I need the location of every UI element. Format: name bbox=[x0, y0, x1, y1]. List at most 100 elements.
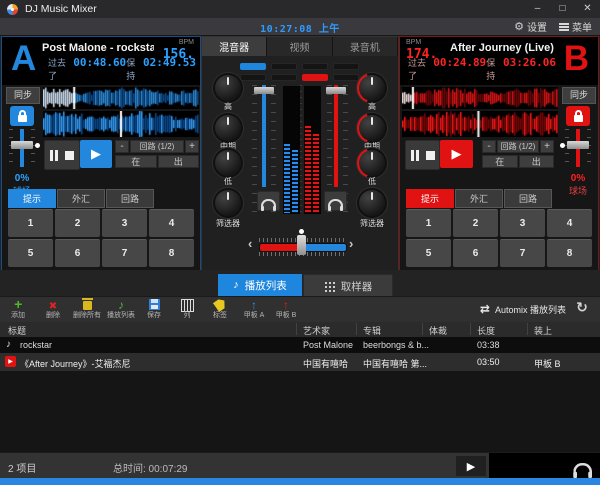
deck-a-tab-cue[interactable]: 提示 bbox=[8, 189, 56, 208]
maximize-button[interactable]: □ bbox=[550, 0, 575, 18]
deck-a-loop-double-button[interactable]: + bbox=[185, 140, 199, 153]
save-button[interactable]: 保存 bbox=[137, 298, 171, 322]
deck-b-tab-cue[interactable]: 提示 bbox=[406, 189, 454, 208]
tab-sampler[interactable]: 取样器 bbox=[303, 274, 393, 298]
deck-b-pitch-slider[interactable] bbox=[558, 129, 598, 167]
headphone-icon[interactable] bbox=[573, 463, 592, 474]
column-length[interactable]: 长度 bbox=[477, 324, 495, 337]
deck-b-pad-5[interactable]: 5 bbox=[406, 239, 451, 267]
deck-b-eq-mid-knob[interactable] bbox=[357, 113, 387, 143]
tab-playlist[interactable]: 播放列表 bbox=[218, 274, 302, 296]
minimize-button[interactable]: – bbox=[525, 0, 550, 18]
delete-button[interactable]: 删除 bbox=[36, 298, 70, 322]
deck-a-play-button[interactable] bbox=[80, 140, 112, 168]
deck-b-remaining-time: 03:26.06 bbox=[503, 56, 556, 69]
deck-b-loop-in-button[interactable]: 在 bbox=[482, 155, 518, 168]
menu-button[interactable]: 菜单 bbox=[559, 19, 592, 34]
table-row[interactable]: 《After Journey》-艾福杰尼 中国有嘻哈 中国有嘻哈 第... 03… bbox=[0, 353, 600, 371]
deck-b-pitch-handle[interactable] bbox=[567, 141, 589, 149]
deck-b-play-button[interactable] bbox=[440, 140, 473, 168]
deck-b-eq-low-knob[interactable] bbox=[357, 148, 387, 178]
playlist-button[interactable]: 播放列表 bbox=[104, 298, 138, 322]
deck-a-header: A Post Malone - rockstar BPM 156. 过去了 00… bbox=[2, 37, 200, 85]
deck-b-pad-2[interactable]: 2 bbox=[453, 209, 498, 237]
deck-b-volume-handle[interactable] bbox=[326, 87, 346, 94]
deck-a-tab-loop[interactable]: 回路 bbox=[106, 189, 154, 208]
deck-a-pad-1[interactable]: 1 bbox=[8, 209, 53, 237]
deck-b-loop-double-button[interactable]: + bbox=[540, 140, 554, 153]
deck-a-waveform-detail[interactable] bbox=[43, 111, 199, 137]
deck-b-pad-4[interactable]: 4 bbox=[547, 209, 592, 237]
close-button[interactable]: ✕ bbox=[575, 0, 600, 18]
deck-a-pitch-handle[interactable] bbox=[11, 141, 33, 149]
tag-icon bbox=[212, 297, 227, 312]
deck-a-loop-half-button[interactable]: - bbox=[115, 140, 129, 153]
deck-b-pad-1[interactable]: 1 bbox=[406, 209, 451, 237]
deck-a-pad-6[interactable]: 6 bbox=[55, 239, 100, 267]
deck-a-volume-handle[interactable] bbox=[254, 87, 274, 94]
deck-a-loop-out-button[interactable]: 出 bbox=[158, 155, 200, 168]
crossfader-left-arrow[interactable]: ‹ bbox=[248, 236, 252, 251]
deck-a-pad-2[interactable]: 2 bbox=[55, 209, 100, 237]
deck-a-tab-fx[interactable]: 外汇 bbox=[57, 189, 105, 208]
deck-b-waveform-detail[interactable] bbox=[402, 111, 558, 137]
deck-b-pad-3[interactable]: 3 bbox=[500, 209, 545, 237]
deck-a-eq-high-knob[interactable] bbox=[213, 73, 243, 103]
deck-b-eq-high-knob[interactable] bbox=[357, 73, 387, 103]
deck-a-waveform-overview[interactable] bbox=[43, 87, 199, 109]
tab-recorder[interactable]: 录音机 bbox=[333, 37, 398, 56]
deck-a-sync-button[interactable]: 同步 bbox=[6, 87, 40, 104]
deck-a-loop-length[interactable]: 回路 (1/2) bbox=[130, 140, 184, 153]
deck-a-pad-3[interactable]: 3 bbox=[102, 209, 147, 237]
load-deck-b-button[interactable]: 甲板 B bbox=[269, 298, 303, 322]
column-album[interactable]: 专辑 bbox=[363, 324, 381, 337]
delete-all-button[interactable]: 删除所有 bbox=[70, 298, 104, 322]
column-title[interactable]: 标题 bbox=[8, 324, 26, 337]
settings-button[interactable]: 设置 bbox=[514, 19, 547, 34]
deck-a-pad-5[interactable]: 5 bbox=[8, 239, 53, 267]
deck-b-pause-stop-button[interactable] bbox=[405, 140, 440, 170]
deck-a-pause-stop-button[interactable] bbox=[44, 140, 80, 170]
deck-b-pad-6[interactable]: 6 bbox=[453, 239, 498, 267]
deck-a-eq-mid-knob[interactable] bbox=[213, 113, 243, 143]
tab-mixer[interactable]: 混音器 bbox=[202, 37, 267, 56]
preview-play-button[interactable] bbox=[456, 456, 486, 476]
repeat-button[interactable] bbox=[572, 298, 592, 318]
deck-b-tab-loop[interactable]: 回路 bbox=[504, 189, 552, 208]
column-artist[interactable]: 艺术家 bbox=[303, 324, 330, 337]
deck-b-waveform-overview[interactable] bbox=[402, 87, 558, 109]
column-deck[interactable]: 装上 bbox=[534, 324, 552, 337]
deck-b-pad-7[interactable]: 7 bbox=[500, 239, 545, 267]
tags-button[interactable]: 标签 bbox=[203, 298, 237, 322]
deck-a-headphone-cue-button[interactable] bbox=[257, 191, 280, 211]
deck-b-loop-half-button[interactable]: - bbox=[482, 140, 496, 153]
deck-a-eq-low-knob[interactable] bbox=[213, 148, 243, 178]
deck-a-pad-4[interactable]: 4 bbox=[149, 209, 194, 237]
crossfader-handle[interactable] bbox=[297, 235, 306, 255]
deck-a-filter-knob[interactable] bbox=[213, 188, 243, 218]
deck-a-pitch-slider[interactable] bbox=[2, 129, 42, 167]
deck-b-headphone-cue-button[interactable] bbox=[324, 191, 347, 211]
tab-video[interactable]: 视频 bbox=[267, 37, 332, 56]
columns-button[interactable]: 列 bbox=[170, 298, 204, 322]
deck-b-pad-8[interactable]: 8 bbox=[547, 239, 592, 267]
add-button[interactable]: 添加 bbox=[1, 298, 35, 322]
deck-b-volume-fader[interactable] bbox=[334, 85, 338, 187]
table-row[interactable]: rockstar Post Malone beerbongs & b... 03… bbox=[0, 337, 600, 353]
deck-b-sync-button[interactable]: 同步 bbox=[562, 87, 596, 104]
deck-a-volume-fader[interactable] bbox=[262, 85, 266, 187]
deck-b-tab-fx[interactable]: 外汇 bbox=[455, 189, 503, 208]
deck-a-loop-in-button[interactable]: 在 bbox=[115, 155, 157, 168]
deck-a-pad-7[interactable]: 7 bbox=[102, 239, 147, 267]
crossfader-right-arrow[interactable]: › bbox=[349, 236, 353, 251]
deck-b-keylock-button[interactable] bbox=[566, 106, 590, 126]
deck-a-keylock-button[interactable] bbox=[10, 106, 34, 126]
deck-a-pad-8[interactable]: 8 bbox=[149, 239, 194, 267]
column-genre[interactable]: 体裁 bbox=[429, 324, 447, 337]
deck-b-loop-length[interactable]: 回路 (1/2) bbox=[497, 140, 539, 153]
automix-button[interactable]: Automix 播放列表 bbox=[480, 296, 566, 322]
deck-b-filter-knob[interactable] bbox=[357, 188, 387, 218]
deck-b-loop-out-button[interactable]: 出 bbox=[519, 155, 555, 168]
stop-icon bbox=[426, 151, 435, 160]
load-deck-a-button[interactable]: 甲板 A bbox=[237, 298, 271, 322]
